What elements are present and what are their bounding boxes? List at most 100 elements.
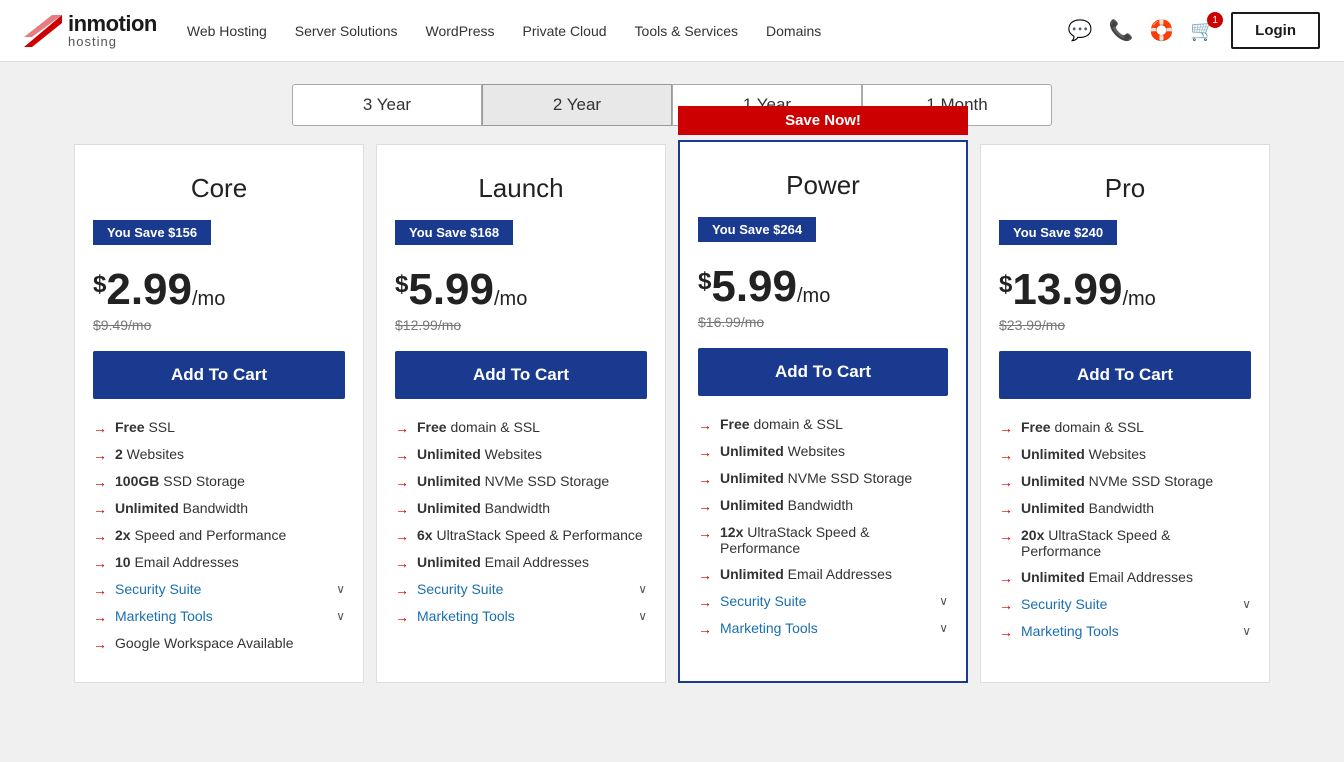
expandable-feature[interactable]: Marketing Tools ∨ bbox=[115, 608, 345, 624]
chevron-down-icon: ∨ bbox=[939, 621, 948, 635]
feature-bold: 10 bbox=[115, 554, 131, 570]
feature-bold: Free bbox=[1021, 419, 1051, 435]
arrow-icon: → bbox=[999, 570, 1013, 586]
expandable-feature[interactable]: Marketing Tools ∨ bbox=[720, 620, 948, 636]
price-original: $12.99/mo bbox=[395, 317, 647, 333]
feature-bold: Unlimited bbox=[417, 473, 481, 489]
nav-web-hosting[interactable]: Web Hosting bbox=[187, 23, 267, 39]
feature-text: Unlimited Websites bbox=[720, 443, 845, 459]
logo-sub: hosting bbox=[68, 35, 157, 48]
feature-item: →Unlimited Email Addresses bbox=[999, 569, 1251, 586]
add-to-cart-button[interactable]: Add To Cart bbox=[93, 351, 345, 399]
price-original: $16.99/mo bbox=[698, 314, 948, 330]
expandable-feature[interactable]: Security Suite ∨ bbox=[417, 581, 647, 597]
feature-item: → Unlimited Websites bbox=[698, 443, 948, 460]
feature-text: 20x UltraStack Speed & Performance bbox=[1021, 527, 1251, 559]
arrow-icon: → bbox=[93, 636, 107, 652]
feature-text: 10 Email Addresses bbox=[115, 554, 239, 570]
login-button[interactable]: Login bbox=[1231, 12, 1320, 49]
feature-item: →Unlimited Email Addresses bbox=[395, 554, 647, 571]
feature-text: Unlimited NVMe SSD Storage bbox=[720, 470, 912, 486]
feature-bold: Unlimited bbox=[1021, 473, 1085, 489]
feature-bold: Unlimited bbox=[417, 500, 481, 516]
feature-item: →2 Websites bbox=[93, 446, 345, 463]
feature-bold: Unlimited bbox=[720, 566, 784, 582]
arrow-icon: → bbox=[698, 594, 712, 610]
price-value: 13.99 bbox=[1012, 265, 1122, 315]
feature-text: Unlimited NVMe SSD Storage bbox=[1021, 473, 1213, 489]
chevron-down-icon: ∨ bbox=[1242, 597, 1251, 611]
arrow-icon: → bbox=[698, 444, 712, 460]
feature-text: Unlimited Bandwidth bbox=[720, 497, 853, 513]
feature-item: →Unlimited NVMe SSD Storage bbox=[999, 473, 1251, 490]
help-icon[interactable]: 🛟 bbox=[1149, 18, 1174, 43]
billing-btn-3-year[interactable]: 3 Year bbox=[292, 84, 482, 126]
arrow-icon: → bbox=[395, 420, 409, 436]
arrow-icon: → bbox=[395, 582, 409, 598]
arrow-icon: → bbox=[698, 621, 712, 637]
feature-bold: 20x bbox=[1021, 527, 1044, 543]
plan-card-core: CoreYou Save $156 $ 2.99 /mo $9.49/mo Ad… bbox=[74, 144, 364, 683]
feature-item: →Free domain & SSL bbox=[395, 419, 647, 436]
price-period: /mo bbox=[797, 285, 830, 308]
arrow-icon: → bbox=[395, 447, 409, 463]
arrow-icon: → bbox=[698, 471, 712, 487]
plan-title: Core bbox=[75, 145, 363, 220]
feature-bold: Free bbox=[720, 416, 750, 432]
feature-item: →Unlimited Websites bbox=[999, 446, 1251, 463]
logo[interactable]: inmotion hosting bbox=[24, 13, 157, 48]
arrow-icon: → bbox=[93, 501, 107, 517]
expandable-feature[interactable]: Marketing Tools ∨ bbox=[417, 608, 647, 624]
arrow-icon: → bbox=[999, 597, 1013, 613]
expandable-feature[interactable]: Marketing Tools ∨ bbox=[1021, 623, 1251, 639]
feature-text: 100GB SSD Storage bbox=[115, 473, 245, 489]
feature-text: 6x UltraStack Speed & Performance bbox=[417, 527, 643, 543]
add-to-cart-button[interactable]: Add To Cart bbox=[999, 351, 1251, 399]
arrow-icon: → bbox=[395, 528, 409, 544]
plan-card-pro: ProYou Save $240 $ 13.99 /mo $23.99/mo A… bbox=[980, 144, 1270, 683]
feature-bold: 100GB bbox=[115, 473, 159, 489]
chat-icon[interactable]: 💬 bbox=[1068, 18, 1093, 43]
feature-bold: 2 bbox=[115, 446, 123, 462]
add-to-cart-button[interactable]: Add To Cart bbox=[698, 348, 948, 396]
phone-icon[interactable]: 📞 bbox=[1108, 18, 1133, 43]
add-to-cart-button[interactable]: Add To Cart bbox=[395, 351, 647, 399]
feature-text: Free domain & SSL bbox=[1021, 419, 1144, 435]
feature-item: → 6x UltraStack Speed & Performance bbox=[395, 527, 647, 544]
arrow-icon: → bbox=[395, 609, 409, 625]
plan-title: Pro bbox=[981, 145, 1269, 220]
nav-tools-services[interactable]: Tools & Services bbox=[635, 23, 738, 39]
feature-text: 2x Speed and Performance bbox=[115, 527, 286, 543]
expandable-feature[interactable]: Security Suite ∨ bbox=[1021, 596, 1251, 612]
feature-bold: Free bbox=[417, 419, 447, 435]
nav-wordpress[interactable]: WordPress bbox=[426, 23, 495, 39]
feature-item: → Security Suite ∨ bbox=[395, 581, 647, 598]
cart-icon[interactable]: 🛒 1 bbox=[1190, 18, 1215, 43]
nav-domains[interactable]: Domains bbox=[766, 23, 821, 39]
expandable-feature[interactable]: Security Suite ∨ bbox=[720, 593, 948, 609]
feature-bold: Unlimited bbox=[720, 443, 784, 459]
plans-area: CoreYou Save $156 $ 2.99 /mo $9.49/mo Ad… bbox=[0, 144, 1344, 723]
feature-text: 2 Websites bbox=[115, 446, 184, 462]
feature-bold: Unlimited bbox=[720, 497, 784, 513]
price-original: $23.99/mo bbox=[999, 317, 1251, 333]
feature-bold: Unlimited bbox=[417, 554, 481, 570]
price-period: /mo bbox=[1122, 288, 1155, 311]
expandable-feature[interactable]: Security Suite ∨ bbox=[115, 581, 345, 597]
billing-btn-2-year[interactable]: 2 Year bbox=[482, 84, 672, 126]
feature-item: →12x UltraStack Speed & Performance bbox=[698, 524, 948, 556]
nav-server-solutions[interactable]: Server Solutions bbox=[295, 23, 398, 39]
price-main: $ 2.99 /mo bbox=[93, 265, 345, 315]
feature-text: Unlimited Bandwidth bbox=[1021, 500, 1154, 516]
feature-bold: Unlimited bbox=[417, 446, 481, 462]
arrow-icon: → bbox=[698, 567, 712, 583]
savings-badge: You Save $240 bbox=[999, 220, 1117, 245]
feature-item: →10 Email Addresses bbox=[93, 554, 345, 571]
feature-item: → Unlimited NVMe SSD Storage bbox=[698, 470, 948, 487]
arrow-icon: → bbox=[999, 447, 1013, 463]
nav-private-cloud[interactable]: Private Cloud bbox=[522, 23, 606, 39]
feature-item: →Unlimited Bandwidth bbox=[698, 497, 948, 514]
feature-item: →Free SSL bbox=[93, 419, 345, 436]
feature-item: →Unlimited NVMe SSD Storage bbox=[395, 473, 647, 490]
feature-bold: 12x bbox=[720, 524, 743, 540]
